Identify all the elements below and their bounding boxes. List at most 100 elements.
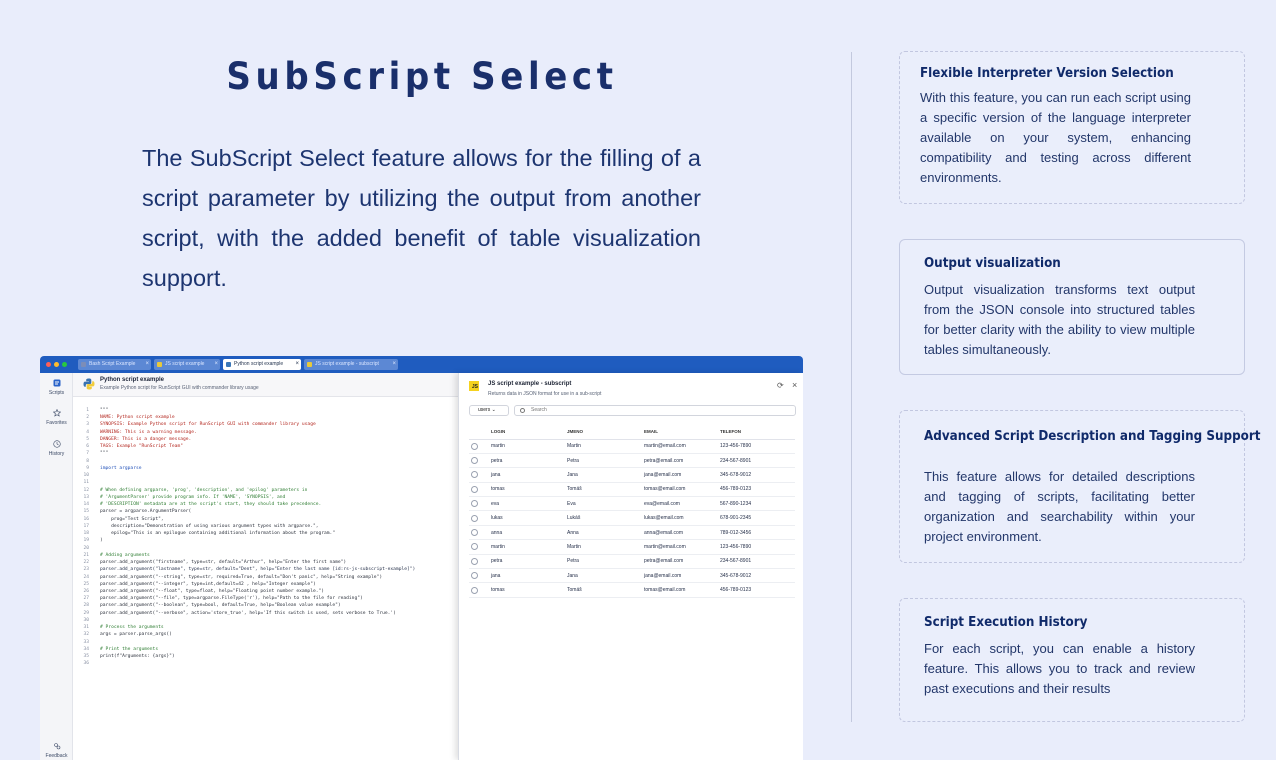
row-radio[interactable] bbox=[471, 586, 478, 594]
tab-python-script[interactable]: Python script example × bbox=[223, 359, 301, 370]
sidebar-item-feedback[interactable]: Feedback bbox=[40, 742, 73, 759]
table-row[interactable]: martin Martin martin@email.com 123-456-7890 bbox=[469, 539, 795, 555]
code-line: parser.add_argument("firstname", type=st… bbox=[100, 560, 347, 566]
table-row[interactable]: jana Jana jana@email.com 345-678-9012 bbox=[469, 568, 795, 584]
feature-card-text: Output visualization transforms text out… bbox=[924, 282, 1195, 357]
code-line: description="Demonstration of using vari… bbox=[100, 523, 319, 529]
tab-close-icon[interactable]: × bbox=[392, 359, 396, 370]
line-number: 15 bbox=[83, 509, 89, 515]
star-icon bbox=[52, 409, 61, 417]
row-radio[interactable] bbox=[471, 514, 478, 522]
feature-card-title: Advanced Script Description and Tagging … bbox=[924, 429, 1261, 444]
refresh-icon[interactable]: ⟳ bbox=[777, 381, 784, 390]
minimize-window-icon[interactable] bbox=[54, 362, 59, 367]
code-editor[interactable]: 1 """ 2 NAME: Python script example 3 SYNOPSI… bbox=[73, 407, 458, 707]
script-title: Python script example bbox=[100, 377, 165, 383]
line-number: 27 bbox=[83, 596, 89, 602]
code-line: parser.add_argument("--boolean", type=bo… bbox=[100, 603, 341, 609]
code-line: # Process the arguments bbox=[100, 625, 164, 631]
table-select[interactable]: users ⌄ bbox=[469, 405, 509, 416]
js-icon bbox=[307, 362, 312, 367]
sidebar-item-history[interactable]: History bbox=[40, 440, 73, 457]
code-line: # Print the arguments bbox=[100, 646, 159, 652]
code-line: # When defining argparse, 'prog', 'descr… bbox=[100, 487, 308, 493]
table-cell: Eva bbox=[567, 496, 644, 512]
table-row[interactable]: lukas Lukáš lukas@email.com 678-901-2345 bbox=[469, 510, 795, 526]
tab-bash-script[interactable]: Bash Script Example × bbox=[78, 359, 151, 370]
table-cell: lukas@email.com bbox=[644, 510, 720, 526]
column-header: TELEFON bbox=[720, 425, 795, 440]
maximize-window-icon[interactable] bbox=[62, 362, 67, 367]
tab-js-subscript[interactable]: JS script example - subscript × bbox=[304, 359, 398, 370]
table-row[interactable]: tomas Tomáš tomas@email.com 456-789-0123 bbox=[469, 582, 795, 598]
feature-card-text: With this feature, you can run each scri… bbox=[920, 90, 1191, 185]
line-number: 7 bbox=[86, 451, 89, 457]
table-row[interactable]: jana Jana jana@email.com 345-678-9012 bbox=[469, 467, 795, 483]
row-radio[interactable] bbox=[471, 529, 478, 537]
table-cell: jana bbox=[491, 568, 567, 584]
column-header: JMENO bbox=[567, 425, 644, 440]
tab-close-icon[interactable]: × bbox=[214, 359, 218, 370]
table-row[interactable]: petra Petra petra@email.com 234-567-8901 bbox=[469, 554, 795, 570]
column-header: LOGIN bbox=[491, 425, 567, 440]
close-icon[interactable]: × bbox=[792, 380, 797, 390]
line-number: 30 bbox=[83, 617, 89, 623]
table-cell: 345-678-9012 bbox=[720, 467, 795, 483]
code-line: parser.add_argument("--file", type=argpa… bbox=[100, 596, 363, 602]
code-line: epilog="This is an epilogue containing a… bbox=[100, 531, 336, 537]
line-number: 16 bbox=[83, 516, 89, 522]
row-radio[interactable] bbox=[471, 471, 478, 479]
table-row[interactable]: tomas Tomáš tomas@email.com 456-789-0123 bbox=[469, 482, 795, 498]
column-header: EMAIL bbox=[644, 425, 720, 440]
results-table: LOGIN JMENO EMAIL TELEFON martin Martin ma… bbox=[469, 425, 795, 598]
tab-js-script[interactable]: JS script example × bbox=[154, 359, 220, 370]
row-radio[interactable] bbox=[471, 557, 478, 565]
feature-card-interpreter: Flexible Interpreter Version Selection W… bbox=[899, 51, 1245, 204]
sidebar-item-scripts[interactable]: Scripts bbox=[40, 379, 73, 396]
code-line: parser.add_argument("--string", type=str… bbox=[100, 574, 383, 580]
sidebar-item-favorites[interactable]: Favorites bbox=[40, 409, 73, 426]
table-row[interactable]: petra Petra petra@email.com 234-567-8901 bbox=[469, 453, 795, 469]
table-row[interactable]: martin Martin martin@email.com 123-456-7890 bbox=[469, 439, 795, 454]
line-number: 17 bbox=[83, 523, 89, 529]
table-cell: 567-890-1234 bbox=[720, 496, 795, 512]
row-radio[interactable] bbox=[471, 572, 478, 580]
code-line: SYNOPSIS: Example Python script for RunS… bbox=[100, 422, 316, 428]
table-cell: tomas@email.com bbox=[644, 582, 720, 598]
line-number: 24 bbox=[83, 574, 89, 580]
line-number: 3 bbox=[86, 422, 89, 428]
python-icon bbox=[226, 362, 231, 367]
js-icon: JS bbox=[469, 381, 479, 391]
line-number: 36 bbox=[83, 661, 89, 667]
feature-card-text: For each script, you can enable a histor… bbox=[924, 641, 1195, 696]
table-row[interactable]: eva Eva eva@email.com 567-890-1234 bbox=[469, 496, 795, 512]
close-window-icon[interactable] bbox=[46, 362, 51, 367]
table-cell: martin@email.com bbox=[644, 539, 720, 555]
feature-card-history: Script Execution History For each script… bbox=[899, 598, 1245, 722]
table-cell: 678-901-2345 bbox=[720, 510, 795, 526]
table-cell: Anna bbox=[567, 525, 644, 541]
row-radio[interactable] bbox=[471, 485, 478, 493]
row-radio[interactable] bbox=[471, 543, 478, 551]
row-radio[interactable] bbox=[471, 500, 478, 508]
line-number: 31 bbox=[83, 625, 89, 631]
table-cell: anna@email.com bbox=[644, 525, 720, 541]
feature-card-title: Output visualization bbox=[924, 256, 1061, 271]
line-number: 9 bbox=[86, 465, 89, 471]
code-line: parser.add_argument("--verbose", action=… bbox=[100, 610, 396, 616]
table-cell: jana@email.com bbox=[644, 568, 720, 584]
tab-close-icon[interactable]: × bbox=[145, 359, 149, 370]
table-cell: martin@email.com bbox=[644, 439, 720, 454]
code-line: """ bbox=[100, 408, 109, 413]
js-icon bbox=[157, 362, 162, 367]
tab-close-icon[interactable]: × bbox=[295, 359, 299, 370]
code-line: parser.add_argument("--integer", type=in… bbox=[100, 581, 316, 587]
line-number: 21 bbox=[83, 552, 89, 558]
line-number: 20 bbox=[83, 545, 89, 551]
row-radio[interactable] bbox=[471, 442, 478, 450]
row-radio[interactable] bbox=[471, 457, 478, 465]
search-input[interactable]: Search bbox=[514, 405, 796, 416]
table-cell: Petra bbox=[567, 453, 644, 469]
table-cell: lukas bbox=[491, 510, 567, 526]
table-row[interactable]: anna Anna anna@email.com 789-012-3456 bbox=[469, 525, 795, 541]
